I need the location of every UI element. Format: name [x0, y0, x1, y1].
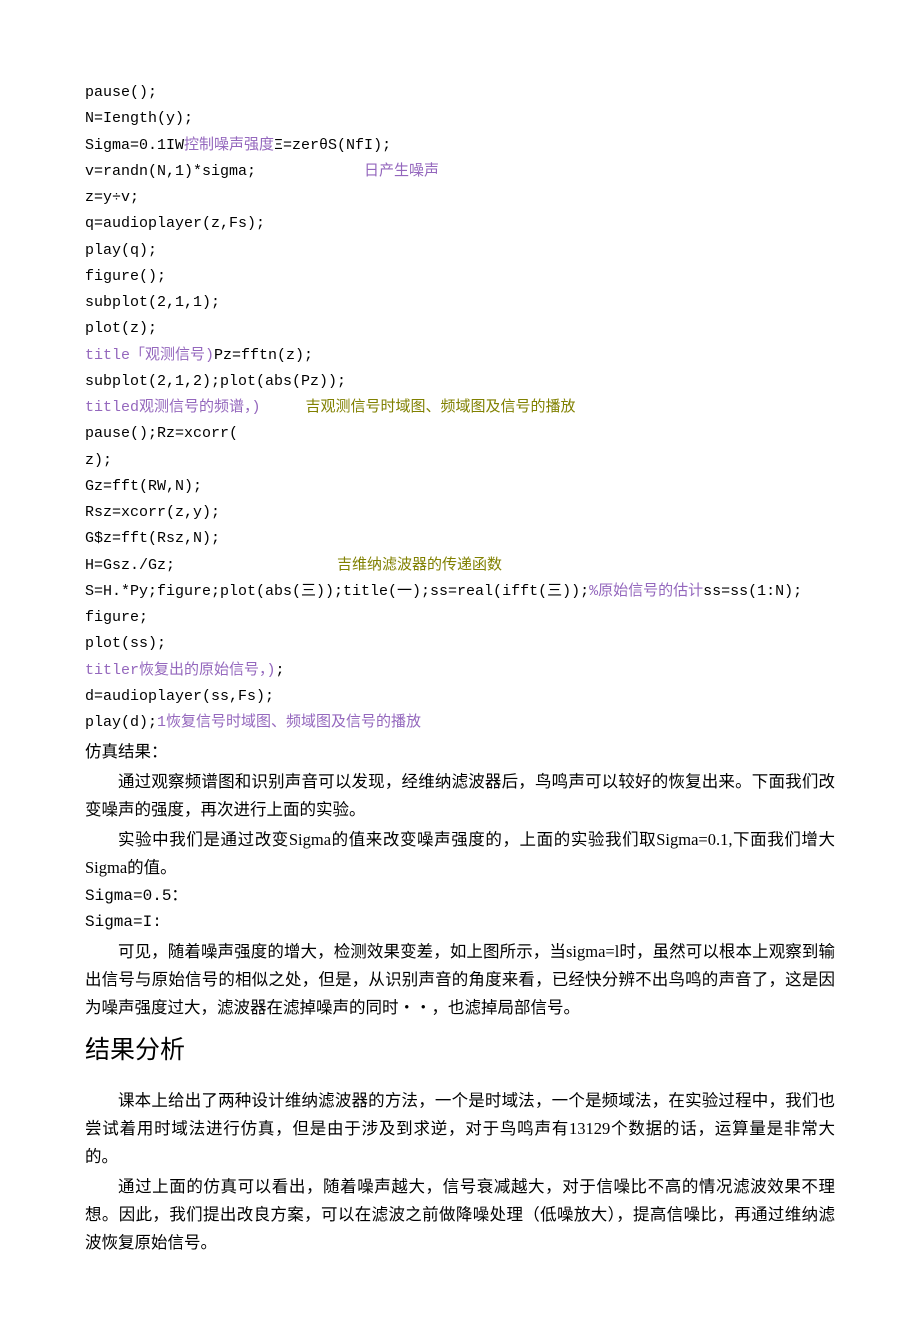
- code-line: play(d);1恢复信号时域图、频域图及信号的播放: [85, 710, 835, 736]
- code-comment: %原始信号的估计: [589, 583, 703, 600]
- code-line: plot(ss);: [85, 631, 835, 657]
- code-line: pause();Rz=xcorr(: [85, 421, 835, 447]
- code-text: Ξ=zerθS(NfI);: [274, 137, 391, 154]
- code-text: ;: [276, 662, 285, 679]
- code-line: pause();: [85, 80, 835, 106]
- code-line: N=Iength(y);: [85, 106, 835, 132]
- body-paragraph: 课本上给出了两种设计维纳滤波器的方法，一个是时域法，一个是频域法，在实验过程中，…: [85, 1087, 835, 1171]
- body-paragraph: 通过上面的仿真可以看出，随着噪声越大，信号衰减越大，对于信噪比不高的情况滤波效果…: [85, 1173, 835, 1257]
- code-comment: title「观测信号): [85, 347, 214, 364]
- code-text: v=randn(N,1)*sigma;: [85, 163, 364, 180]
- code-comment: 1恢复信号时域图、频域图及信号的播放: [157, 714, 421, 731]
- body-paragraph: 通过观察频谱图和识别声音可以发现，经维纳滤波器后，鸟鸣声可以较好的恢复出来。下面…: [85, 768, 835, 824]
- code-line: figure();: [85, 264, 835, 290]
- code-line: d=audioplayer(ss,Fs);: [85, 684, 835, 710]
- code-line: q=audioplayer(z,Fs);: [85, 211, 835, 237]
- code-text: Pz=fftn(z);: [214, 347, 313, 364]
- code-comment: 吉维纳滤波器的传递函数: [337, 557, 502, 574]
- body-paragraph: 可见，随着噪声强度的增大，检测效果变差，如上图所示，当sigma=l时，虽然可以…: [85, 938, 835, 1022]
- code-line: titler恢复出的原始信号，);: [85, 658, 835, 684]
- code-line: Rsz=xcorr(z,y);: [85, 500, 835, 526]
- code-text: Sigma=0.1IW: [85, 137, 184, 154]
- code-line: G$z=fft(Rsz,N);: [85, 526, 835, 552]
- code-comment: 吉观测信号时域图、频域图及信号的播放: [306, 399, 576, 416]
- code-line: titled观测信号的频谱，) 吉观测信号时域图、频域图及信号的播放: [85, 395, 835, 421]
- code-line: subplot(2,1,2);plot(abs(Pz));: [85, 369, 835, 395]
- code-line: H=Gsz./Gz; 吉维纳滤波器的传递函数: [85, 553, 835, 579]
- code-line: subplot(2,1,1);: [85, 290, 835, 316]
- code-comment: 控制噪声强度: [184, 137, 274, 154]
- code-line: title「观测信号)Pz=fftn(z);: [85, 343, 835, 369]
- code-line: plot(z);: [85, 316, 835, 342]
- simulation-result-label: 仿真结果：: [85, 738, 835, 766]
- sigma-label: Sigma=0.5：: [85, 884, 835, 910]
- sigma-label: Sigma=I:: [85, 910, 835, 936]
- code-comment: 日产生噪声: [364, 163, 439, 180]
- code-line: Gz=fft(RW,N);: [85, 474, 835, 500]
- code-line: z=y÷v;: [85, 185, 835, 211]
- code-text: ss=ss(1:N);: [703, 583, 802, 600]
- code-line: Sigma=0.1IW控制噪声强度Ξ=zerθS(NfI);: [85, 133, 835, 159]
- code-comment: titler恢复出的原始信号，): [85, 662, 276, 679]
- code-line: play(q);: [85, 238, 835, 264]
- body-paragraph: 实验中我们是通过改变Sigma的值来改变噪声强度的，上面的实验我们取Sigma=…: [85, 826, 835, 882]
- code-text: H=Gsz./Gz;: [85, 557, 337, 574]
- code-text: play(d);: [85, 714, 157, 731]
- code-line: z);: [85, 448, 835, 474]
- section-title: 结果分析: [85, 1028, 835, 1073]
- code-line: figure;: [85, 605, 835, 631]
- code-line: S=H.*Py;figure;plot(abs(三));title(一);ss=…: [85, 579, 835, 605]
- code-line: v=randn(N,1)*sigma; 日产生噪声: [85, 159, 835, 185]
- code-comment: titled观测信号的频谱，): [85, 399, 306, 416]
- code-text: S=H.*Py;figure;plot(abs(三));title(一);ss=…: [85, 583, 589, 600]
